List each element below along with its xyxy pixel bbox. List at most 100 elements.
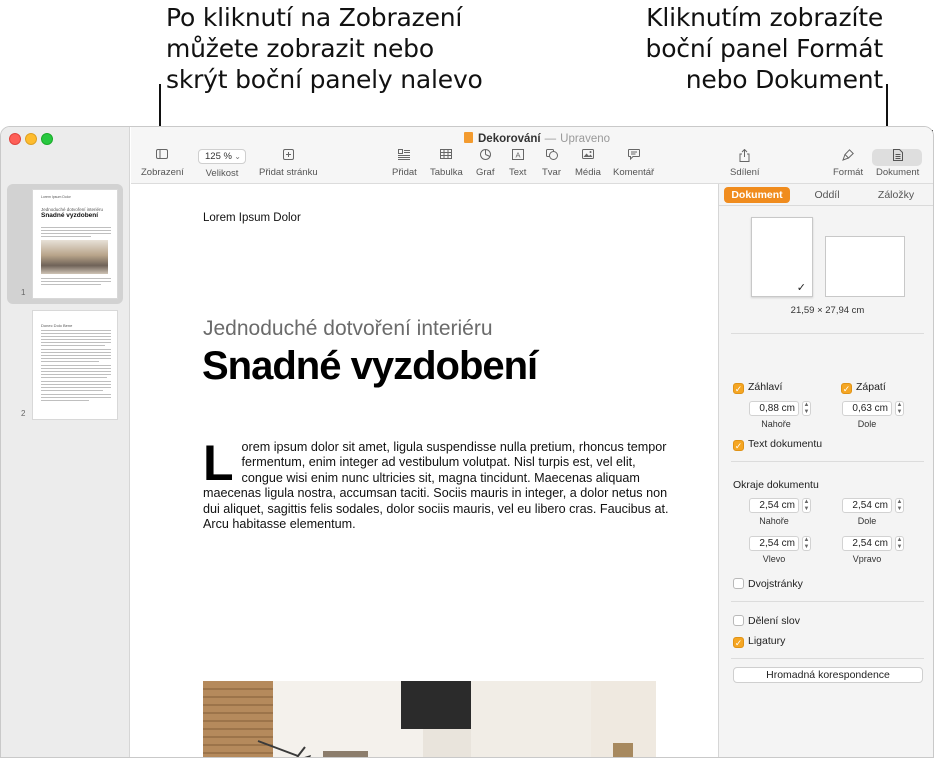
margin-top-stepper[interactable]: 2,54 cm ▲ ▼ [749, 497, 811, 515]
document-icon [876, 149, 919, 163]
tab-section[interactable]: Oddíl [805, 187, 849, 203]
paper-size-label: 21,59 × 27,94 cm [790, 305, 865, 316]
view-button[interactable]: Zobrazení [141, 149, 184, 178]
document-title[interactable]: Snadné vyzdobení [202, 344, 538, 389]
mail-merge-button[interactable]: Hromadná korespondence [733, 667, 923, 683]
footer-margin-stepper[interactable]: 0,63 cm ▲ ▼ [842, 400, 904, 418]
checkbox-empty-icon [733, 578, 744, 589]
body-checkbox-label: Text dokumentu [748, 438, 823, 450]
thumb-2-title: Donec Dolo Bene [41, 323, 73, 328]
stepper-arrows-icon[interactable]: ▲ ▼ [895, 401, 904, 417]
margin-top-value[interactable]: 2,54 cm [749, 498, 799, 514]
chart-button[interactable]: Graf [476, 149, 494, 178]
body-checkbox[interactable]: ✓ Text dokumentu [733, 438, 822, 451]
thumb-photo [41, 240, 108, 274]
callout-view: Po kliknutí na Zobrazení můžete zobrazit… [166, 2, 526, 95]
table-button[interactable]: Tabulka [430, 149, 463, 178]
add-page-label: Přidat stránku [259, 167, 318, 178]
page-header[interactable]: Lorem Ipsum Dolor [203, 212, 301, 224]
add-page-button[interactable]: Přidat stránku [259, 149, 318, 178]
portrait-orientation[interactable]: ✓ [751, 217, 813, 297]
margin-right-label: Vpravo [852, 554, 882, 564]
page-thumbnail-2[interactable]: Donec Dolo Bene [32, 310, 118, 420]
facing-pages-checkbox[interactable]: Dvojstránky [733, 578, 803, 590]
add-page-icon [259, 149, 318, 163]
tab-bookmarks[interactable]: Záložky [869, 187, 923, 203]
zoom-value: 125 % [205, 151, 232, 162]
stepper-arrows-icon[interactable]: ▲ ▼ [895, 536, 904, 552]
table-label: Tabulka [430, 167, 463, 178]
table-icon [430, 149, 463, 163]
titlebar: Dekorování — Upraveno Zobrazení 125 % ⌄ Vel… [1, 127, 933, 184]
zoom-control[interactable]: 125 % ⌄ Velikost [198, 149, 246, 179]
window-title: Dekorování — Upraveno [464, 132, 610, 145]
margin-top-label: Nahoře [759, 516, 789, 526]
comment-button[interactable]: Komentář [613, 149, 654, 178]
header-position-label: Nahoře [761, 419, 791, 429]
header-checkbox[interactable]: ✓ Záhlaví [733, 381, 782, 394]
stepper-arrows-icon[interactable]: ▲ ▼ [802, 536, 811, 552]
hyphenation-label: Dělení slov [748, 615, 800, 627]
document-subtitle[interactable]: Jednoduché dotvoření interiéru [203, 317, 493, 341]
checkbox-empty-icon [733, 615, 744, 626]
callout-line-1: Kliknutím zobrazíte [646, 3, 883, 32]
format-button[interactable]: Formát [833, 149, 863, 178]
checkbox-checked-icon: ✓ [733, 637, 744, 648]
header-margin-stepper[interactable]: 0,88 cm ▲ ▼ [749, 400, 811, 418]
document-button[interactable]: Dokument [876, 149, 919, 178]
stepper-arrows-icon[interactable]: ▲ ▼ [802, 498, 811, 514]
document-inspector: Dokument Oddíl Záložky ✓ 21,59 × 27,94 c… [718, 184, 933, 757]
checkbox-checked-icon: ✓ [733, 383, 744, 394]
ligatures-checkbox[interactable]: ✓ Ligatury [733, 635, 785, 648]
pages-file-icon [464, 132, 473, 143]
margin-right-value[interactable]: 2,54 cm [842, 536, 892, 552]
body-paragraph[interactable]: Lorem ipsum dolor sit amet, ligula suspe… [203, 435, 675, 532]
page-thumbnail-1[interactable]: Lorem Ipsum Dolor Jednoduché dotvoření i… [32, 189, 118, 299]
stepper-arrows-icon[interactable]: ▲ ▼ [895, 498, 904, 514]
margin-bottom-value[interactable]: 2,54 cm [842, 498, 892, 514]
facing-pages-label: Dvojstránky [748, 578, 803, 590]
footer-margin-value[interactable]: 0,63 cm [842, 401, 892, 417]
zoom-label: Velikost [205, 168, 239, 179]
margin-left-value[interactable]: 2,54 cm [749, 536, 799, 552]
page-number-1: 1 [21, 288, 26, 297]
landscape-orientation[interactable] [825, 236, 905, 297]
document-canvas[interactable]: Lorem Ipsum Dolor Jednoduché dotvoření i… [131, 184, 718, 757]
svg-text:A: A [515, 150, 520, 159]
minimize-button[interactable] [25, 133, 37, 145]
document-label: Dokument [876, 167, 920, 178]
margin-bottom-stepper[interactable]: 2,54 cm ▲ ▼ [842, 497, 904, 515]
close-button[interactable] [9, 133, 21, 145]
text-button[interactable]: A Text [509, 149, 526, 178]
insert-icon [392, 149, 417, 163]
document-name: Dekorování [478, 133, 541, 145]
callout-line-2: boční panel Formát [645, 34, 884, 63]
share-button[interactable]: Sdílení [730, 149, 760, 178]
tab-document[interactable]: Dokument [724, 187, 790, 203]
callout-line-3: skrýt boční panely nalevo [166, 65, 483, 94]
margin-right-stepper[interactable]: 2,54 cm ▲ ▼ [842, 535, 904, 553]
footer-checkbox[interactable]: ✓ Zápatí [841, 381, 886, 394]
pie-chart-icon [476, 149, 494, 163]
drop-cap: L [203, 435, 234, 491]
hyphenation-checkbox[interactable]: Dělení slov [733, 615, 800, 627]
stepper-arrows-icon[interactable]: ▲ ▼ [802, 401, 811, 417]
ligatures-label: Ligatury [748, 635, 786, 647]
shape-label: Tvar [542, 167, 561, 178]
media-button[interactable]: Média [575, 149, 601, 178]
zoom-button[interactable] [41, 133, 53, 145]
shape-button[interactable]: Tvar [542, 149, 561, 178]
interior-photo[interactable] [203, 681, 656, 757]
header-margin-value[interactable]: 0,88 cm [749, 401, 799, 417]
comment-icon [613, 149, 654, 163]
insert-button[interactable]: Přidat [392, 149, 417, 178]
callout-line-2: můžete zobrazit nebo [166, 34, 434, 63]
checkbox-checked-icon: ✓ [733, 440, 744, 451]
paintbrush-icon [833, 149, 863, 163]
footer-position-label: Dole [857, 419, 877, 429]
view-label: Zobrazení [141, 167, 184, 178]
document-status: Upraveno [560, 133, 611, 145]
callout-pointer-format [886, 84, 888, 130]
margin-left-stepper[interactable]: 2,54 cm ▲ ▼ [749, 535, 811, 553]
zoom-popup[interactable]: 125 % ⌄ [198, 149, 246, 164]
